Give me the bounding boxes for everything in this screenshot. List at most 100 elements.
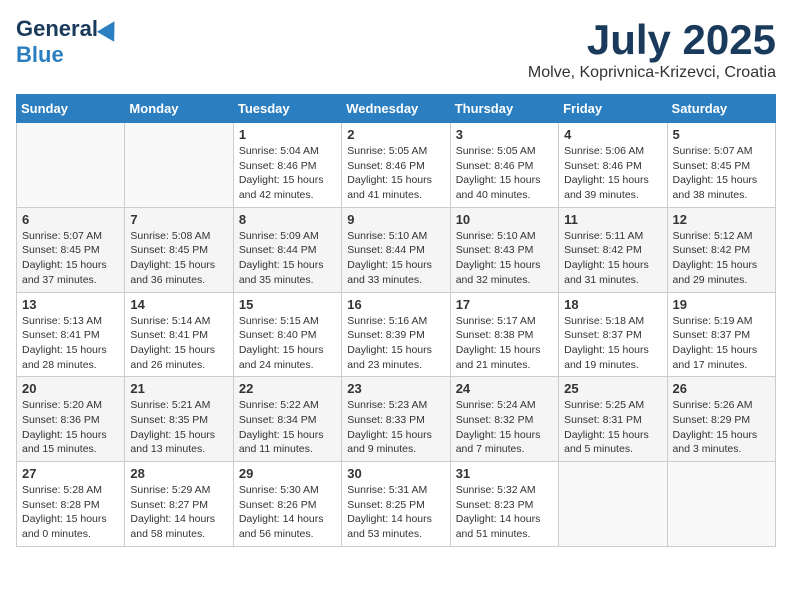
day-number: 14 <box>130 297 227 312</box>
day-info: Sunrise: 5:24 AM Sunset: 8:32 PM Dayligh… <box>456 398 553 457</box>
day-number: 21 <box>130 381 227 396</box>
day-number: 8 <box>239 212 336 227</box>
day-number: 1 <box>239 127 336 142</box>
day-info: Sunrise: 5:25 AM Sunset: 8:31 PM Dayligh… <box>564 398 661 457</box>
calendar-header-row: SundayMondayTuesdayWednesdayThursdayFrid… <box>17 95 776 123</box>
day-number: 16 <box>347 297 444 312</box>
day-number: 19 <box>673 297 770 312</box>
calendar-cell: 3Sunrise: 5:05 AM Sunset: 8:46 PM Daylig… <box>450 123 558 208</box>
calendar-cell: 25 Sunrise: 5:25 AM Sunset: 8:31 PM Dayli… <box>559 377 667 462</box>
calendar-cell: 12 Sunrise: 5:12 AM Sunset: 8:42 PM Dayli… <box>667 207 775 292</box>
day-number: 22 <box>239 381 336 396</box>
day-info: Sunrise: 5:12 AM Sunset: 8:42 PM Dayligh… <box>673 229 770 288</box>
day-info: Sunrise: 5:10 AM Sunset: 8:44 PM Dayligh… <box>347 229 444 288</box>
page-header: General Blue July 2025 Molve, Koprivnica… <box>16 16 776 82</box>
day-info: Sunrise: 5:04 AM Sunset: 8:46 PM Dayligh… <box>239 144 336 203</box>
day-number: 24 <box>456 381 553 396</box>
day-info: Sunrise: 5:28 AM Sunset: 8:28 PM Dayligh… <box>22 483 119 542</box>
calendar-table: SundayMondayTuesdayWednesdayThursdayFrid… <box>16 94 776 547</box>
day-info: Sunrise: 5:05 AM Sunset: 8:46 PM Dayligh… <box>456 144 553 203</box>
day-number: 12 <box>673 212 770 227</box>
day-number: 27 <box>22 466 119 481</box>
calendar-cell: 7Sunrise: 5:08 AM Sunset: 8:45 PM Daylig… <box>125 207 233 292</box>
logo-blue-text: Blue <box>16 42 64 68</box>
weekday-header: Monday <box>125 95 233 123</box>
day-info: Sunrise: 5:15 AM Sunset: 8:40 PM Dayligh… <box>239 314 336 373</box>
day-info: Sunrise: 5:19 AM Sunset: 8:37 PM Dayligh… <box>673 314 770 373</box>
calendar-cell: 19 Sunrise: 5:19 AM Sunset: 8:37 PM Dayli… <box>667 292 775 377</box>
calendar-cell: 30 Sunrise: 5:31 AM Sunset: 8:25 PM Dayli… <box>342 462 450 547</box>
calendar-cell: 5 Sunrise: 5:07 AM Sunset: 8:45 PM Daylig… <box>667 123 775 208</box>
day-number: 20 <box>22 381 119 396</box>
calendar-cell: 22 Sunrise: 5:22 AM Sunset: 8:34 PM Dayli… <box>233 377 341 462</box>
day-number: 10 <box>456 212 553 227</box>
calendar-cell: 20 Sunrise: 5:20 AM Sunset: 8:36 PM Dayli… <box>17 377 125 462</box>
day-number: 11 <box>564 212 661 227</box>
day-number: 7 <box>130 212 227 227</box>
title-block: July 2025 Molve, Koprivnica-Krizevci, Cr… <box>528 16 776 82</box>
weekday-header: Saturday <box>667 95 775 123</box>
day-number: 29 <box>239 466 336 481</box>
day-number: 2 <box>347 127 444 142</box>
day-info: Sunrise: 5:11 AM Sunset: 8:42 PM Dayligh… <box>564 229 661 288</box>
calendar-week-row: 27 Sunrise: 5:28 AM Sunset: 8:28 PM Dayli… <box>17 462 776 547</box>
day-number: 31 <box>456 466 553 481</box>
calendar-cell: 4 Sunrise: 5:06 AM Sunset: 8:46 PM Daylig… <box>559 123 667 208</box>
calendar-cell: 17Sunrise: 5:17 AM Sunset: 8:38 PM Dayli… <box>450 292 558 377</box>
day-info: Sunrise: 5:18 AM Sunset: 8:37 PM Dayligh… <box>564 314 661 373</box>
calendar-cell: 13Sunrise: 5:13 AM Sunset: 8:41 PM Dayli… <box>17 292 125 377</box>
day-info: Sunrise: 5:16 AM Sunset: 8:39 PM Dayligh… <box>347 314 444 373</box>
day-info: Sunrise: 5:23 AM Sunset: 8:33 PM Dayligh… <box>347 398 444 457</box>
day-number: 26 <box>673 381 770 396</box>
calendar-title: July 2025 <box>528 16 776 64</box>
calendar-cell: 28 Sunrise: 5:29 AM Sunset: 8:27 PM Dayli… <box>125 462 233 547</box>
day-info: Sunrise: 5:26 AM Sunset: 8:29 PM Dayligh… <box>673 398 770 457</box>
weekday-header: Sunday <box>17 95 125 123</box>
day-number: 18 <box>564 297 661 312</box>
day-info: Sunrise: 5:29 AM Sunset: 8:27 PM Dayligh… <box>130 483 227 542</box>
weekday-header: Wednesday <box>342 95 450 123</box>
day-number: 6 <box>22 212 119 227</box>
weekday-header: Thursday <box>450 95 558 123</box>
day-number: 28 <box>130 466 227 481</box>
calendar-cell: 18 Sunrise: 5:18 AM Sunset: 8:37 PM Dayli… <box>559 292 667 377</box>
day-number: 30 <box>347 466 444 481</box>
calendar-cell: 27 Sunrise: 5:28 AM Sunset: 8:28 PM Dayli… <box>17 462 125 547</box>
logo-triangle-icon <box>97 16 123 42</box>
calendar-cell <box>125 123 233 208</box>
day-info: Sunrise: 5:22 AM Sunset: 8:34 PM Dayligh… <box>239 398 336 457</box>
day-number: 25 <box>564 381 661 396</box>
calendar-cell: 23Sunrise: 5:23 AM Sunset: 8:33 PM Dayli… <box>342 377 450 462</box>
day-info: Sunrise: 5:07 AM Sunset: 8:45 PM Dayligh… <box>673 144 770 203</box>
day-info: Sunrise: 5:06 AM Sunset: 8:46 PM Dayligh… <box>564 144 661 203</box>
calendar-cell: 10Sunrise: 5:10 AM Sunset: 8:43 PM Dayli… <box>450 207 558 292</box>
calendar-location: Molve, Koprivnica-Krizevci, Croatia <box>528 64 776 82</box>
calendar-cell: 15 Sunrise: 5:15 AM Sunset: 8:40 PM Dayli… <box>233 292 341 377</box>
calendar-cell <box>559 462 667 547</box>
calendar-cell: 9 Sunrise: 5:10 AM Sunset: 8:44 PM Daylig… <box>342 207 450 292</box>
day-info: Sunrise: 5:14 AM Sunset: 8:41 PM Dayligh… <box>130 314 227 373</box>
calendar-cell <box>667 462 775 547</box>
day-number: 17 <box>456 297 553 312</box>
day-number: 4 <box>564 127 661 142</box>
calendar-week-row: 1 Sunrise: 5:04 AM Sunset: 8:46 PM Daylig… <box>17 123 776 208</box>
day-number: 15 <box>239 297 336 312</box>
day-info: Sunrise: 5:20 AM Sunset: 8:36 PM Dayligh… <box>22 398 119 457</box>
calendar-week-row: 13Sunrise: 5:13 AM Sunset: 8:41 PM Dayli… <box>17 292 776 377</box>
calendar-cell: 11 Sunrise: 5:11 AM Sunset: 8:42 PM Dayli… <box>559 207 667 292</box>
day-number: 5 <box>673 127 770 142</box>
calendar-cell: 2 Sunrise: 5:05 AM Sunset: 8:46 PM Daylig… <box>342 123 450 208</box>
day-number: 9 <box>347 212 444 227</box>
day-info: Sunrise: 5:31 AM Sunset: 8:25 PM Dayligh… <box>347 483 444 542</box>
calendar-cell <box>17 123 125 208</box>
logo-general-text: General <box>16 16 98 42</box>
calendar-cell: 6 Sunrise: 5:07 AM Sunset: 8:45 PM Daylig… <box>17 207 125 292</box>
day-info: Sunrise: 5:05 AM Sunset: 8:46 PM Dayligh… <box>347 144 444 203</box>
calendar-cell: 14 Sunrise: 5:14 AM Sunset: 8:41 PM Dayli… <box>125 292 233 377</box>
calendar-cell: 26 Sunrise: 5:26 AM Sunset: 8:29 PM Dayli… <box>667 377 775 462</box>
day-number: 13 <box>22 297 119 312</box>
day-info: Sunrise: 5:07 AM Sunset: 8:45 PM Dayligh… <box>22 229 119 288</box>
logo: General Blue <box>16 16 120 68</box>
calendar-cell: 1 Sunrise: 5:04 AM Sunset: 8:46 PM Daylig… <box>233 123 341 208</box>
weekday-header: Tuesday <box>233 95 341 123</box>
